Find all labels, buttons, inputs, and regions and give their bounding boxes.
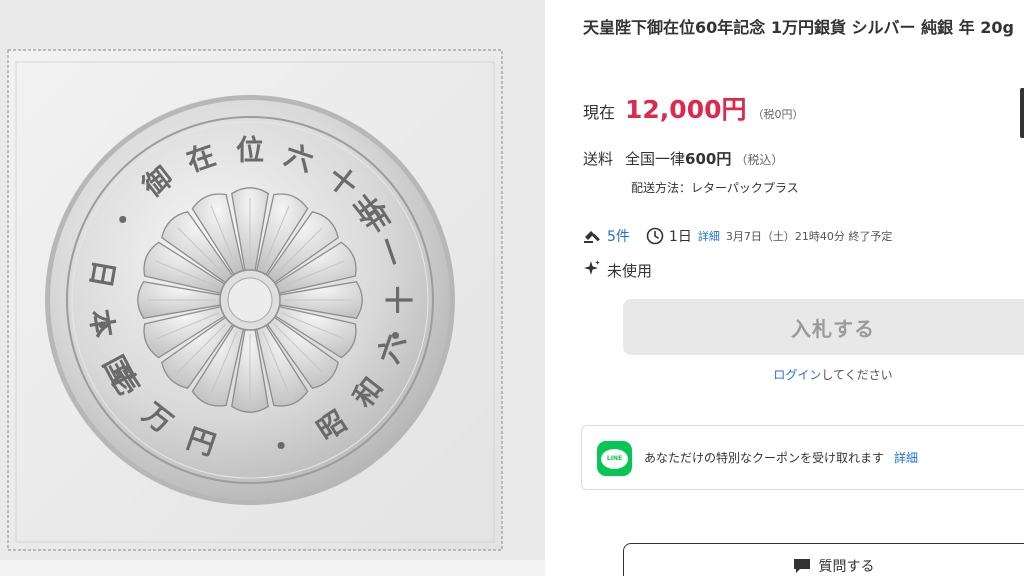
item-condition: 未使用 [607, 261, 653, 280]
line-logo-icon: LINE [597, 441, 632, 476]
gavel-icon [583, 228, 601, 244]
current-price: 12,000円 [625, 95, 747, 124]
bid-count-link[interactable]: 5件 [607, 226, 630, 246]
shipping-area: 全国一律 [625, 150, 686, 168]
coin-inscription-bottom: 十 [384, 286, 417, 314]
chat-bubble-icon [793, 559, 810, 573]
login-prompt: ログインしてください [623, 366, 1024, 383]
login-link[interactable]: ログイン [773, 368, 821, 382]
coin-inscription-left: 日 [84, 257, 121, 290]
price-label: 現在 [583, 103, 616, 122]
product-title: 天皇陛下御在位60年記念 1万円銀貨 シルバー 純銀 年 20g [583, 18, 1014, 37]
shipping-row: 送料 全国一律 600円 （税込） [583, 148, 783, 169]
side-panel-edge[interactable] [1020, 88, 1024, 138]
login-prompt-suffix: してください [821, 368, 893, 382]
line-coupon-text-row: あなただけの特別なクーポンを受け取れます 詳細 [644, 449, 918, 466]
time-remaining: 1日 [668, 229, 692, 245]
gallery-footer-strip [0, 560, 545, 576]
sparkle-icon [583, 259, 601, 281]
condition-row: 未使用 [583, 259, 652, 281]
product-image-area[interactable]: 御在位六十年日本国昭和六十一年壱万円・・・・ [0, 0, 545, 576]
price-row: 現在 12,000円 （税0円） [583, 90, 804, 126]
line-coupon-detail-link[interactable]: 詳細 [894, 451, 918, 465]
clock-icon [646, 227, 664, 245]
shipping-method: 配送方法：レターパックプラス [631, 181, 799, 195]
coin-dot-separator: ・ [267, 430, 295, 463]
line-coupon-text: あなただけの特別なクーポンを受け取れます [644, 451, 885, 465]
end-time: 3月7日（土）21時40分 終了予定 [725, 230, 893, 243]
coin-photo[interactable]: 御在位六十年日本国昭和六十一年壱万円・・・・ [0, 0, 545, 576]
shipping-fee: 600円 [685, 150, 732, 168]
auction-meta-row: 5件 1日 詳細 3月7日（土）21時40分 終了予定 [583, 226, 892, 246]
price-tax: （税0円） [752, 108, 804, 121]
shipping-tax: （税込） [735, 153, 784, 167]
shipping-label: 送料 [583, 150, 614, 168]
coin-dot-separator: ・ [382, 320, 410, 353]
line-coupon-banner[interactable]: LINE あなただけの特別なクーポンを受け取れます 詳細 [581, 425, 1024, 490]
product-info-panel: 天皇陛下御在位60年記念 1万円銀貨 シルバー 純銀 年 20g 現在 12,0… [545, 0, 1024, 576]
coin-dot-separator: ・ [88, 310, 116, 343]
coin-dot-separator: ・ [109, 204, 137, 237]
end-time-detail-link[interactable]: 詳細 [698, 228, 720, 244]
line-logo-text: LINE [601, 448, 628, 469]
coin-inscription-top: 位 [236, 134, 264, 167]
question-button[interactable]: 質問する [623, 543, 1024, 576]
question-button-label: 質問する [818, 559, 875, 575]
bid-button[interactable]: 入札する [623, 299, 1024, 355]
